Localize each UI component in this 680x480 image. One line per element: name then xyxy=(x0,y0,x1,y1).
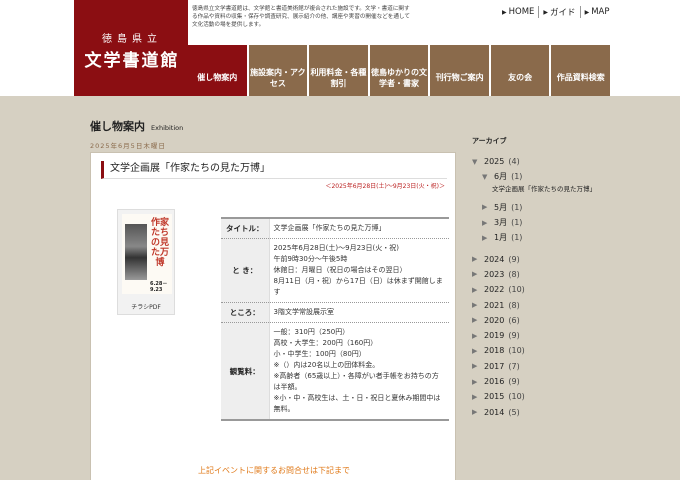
info-label-where: ところ： xyxy=(221,302,270,323)
flyer-pdf-link[interactable]: 作家たちの見た万博 6.28－9.23 チラシPDF xyxy=(117,209,175,315)
table-row: 観覧料： 一般：310円（250円） 高校・大学生：200円（160円） 小・中… xyxy=(221,322,449,421)
nav-writers[interactable]: 徳島ゆかりの文学者・書家 xyxy=(369,45,429,96)
contact-note: 上記イベントに関するお問合せは下記まで xyxy=(198,466,350,475)
archive-year-2015[interactable]: ▶ 2015 (10) xyxy=(472,389,602,404)
triangle-right-icon: ▶ xyxy=(482,218,488,227)
archive-month-3[interactable]: ▶ 3月 (1) xyxy=(472,215,602,230)
nav-publications[interactable]: 刊行物ご案内 xyxy=(430,45,489,96)
triangle-right-icon: ▶ xyxy=(472,346,478,355)
archive-month-5[interactable]: ▶ 5月 (1) xyxy=(472,200,602,215)
info-label-title: タイトル： xyxy=(221,218,270,239)
triangle-down-icon: ▼ xyxy=(482,172,488,181)
archive-month-1[interactable]: ▶ 1月 (1) xyxy=(472,230,602,245)
event-title: 文学企画展「作家たちの見た万博」 xyxy=(101,161,447,179)
info-value-title: 文学企画展「作家たちの見た万博」 xyxy=(269,218,449,239)
logo-seal-text: 徳島県立 xyxy=(102,34,162,45)
archive-year-2019[interactable]: ▶ 2019 (9) xyxy=(472,328,602,343)
info-value-when: 2025年6月28日(土)～9月23日(火・祝) 午前9時30分～午後5時 休館… xyxy=(269,238,449,303)
site-intro: 徳島県立文学書道館は、文学館と書道美術館が複合された施設です。文学・書道に関する… xyxy=(192,6,410,28)
nav-search[interactable]: 作品資料検索 xyxy=(551,45,611,96)
triangle-right-icon: ▶ xyxy=(472,255,478,264)
archive-year-2016[interactable]: ▶ 2016 (9) xyxy=(472,374,602,389)
map-link[interactable]: ▶ MAP xyxy=(579,6,614,18)
triangle-right-icon: ▶ xyxy=(472,285,478,294)
nav-friends[interactable]: 友の会 xyxy=(490,45,550,96)
nav-fees[interactable]: 利用料金・各種割引 xyxy=(309,45,368,96)
page-subtitle: Exhibition xyxy=(151,124,184,132)
triangle-right-icon: ▶ xyxy=(472,362,478,371)
archive-sidebar: アーカイブ ▼ 2025 (4) ▼ 6月 (1) 文学企画展「作家たちの見た万博」 ▶… xyxy=(472,136,602,420)
event-info-table: タイトル： 文学企画展「作家たちの見た万博」 と き： 2025年6月28日(土… xyxy=(221,217,449,421)
event-panel: 文学企画展「作家たちの見た万博」 ＜2025年6月28日(土)～9月23日(火・… xyxy=(90,152,456,480)
event-period: ＜2025年6月28日(土)～9月23日(火・祝)＞ xyxy=(325,183,445,190)
triangle-right-icon: ▶ xyxy=(472,270,478,279)
triangle-down-icon: ▼ xyxy=(472,157,478,166)
logo-brand-text: 文学書道館 xyxy=(84,51,180,71)
archive-year-2021[interactable]: ▶ 2021 (8) xyxy=(472,297,602,312)
archive-year-2023[interactable]: ▶ 2023 (8) xyxy=(472,267,602,282)
flyer-photo-collage xyxy=(125,224,147,280)
archive-year-2018[interactable]: ▶ 2018 (10) xyxy=(472,343,602,358)
info-label-fee: 観覧料： xyxy=(221,322,270,421)
archive-event-link[interactable]: 文学企画展「作家たちの見た万博」 xyxy=(472,185,602,194)
page-date: 2025年6月5日木曜日 xyxy=(90,142,166,150)
nav-events[interactable]: 催し物案内 xyxy=(188,45,247,96)
archive-year-2014[interactable]: ▶ 2014 (5) xyxy=(472,404,602,419)
table-row: タイトル： 文学企画展「作家たちの見た万博」 xyxy=(221,218,449,239)
info-label-when: と き： xyxy=(221,238,270,303)
archive-year-2020[interactable]: ▶ 2020 (6) xyxy=(472,313,602,328)
triangle-right-icon: ▶ xyxy=(472,392,478,401)
archive-year-2017[interactable]: ▶ 2017 (7) xyxy=(472,359,602,374)
info-value-where: 3階文学常設展示室 xyxy=(269,302,449,323)
flyer-thumbnail: 作家たちの見た万博 6.28－9.23 xyxy=(122,214,172,294)
triangle-right-icon: ▶ xyxy=(472,377,478,386)
arrow-right-icon: ▶ xyxy=(502,8,507,16)
archive-year-2025[interactable]: ▼ 2025 (4) xyxy=(472,154,602,169)
arrow-right-icon: ▶ xyxy=(584,8,590,16)
utility-nav: ▶ HOME ▶ ガイド ▶ MAP xyxy=(498,6,613,18)
arrow-right-icon: ▶ xyxy=(543,8,549,16)
triangle-right-icon: ▶ xyxy=(482,233,488,242)
nav-facility[interactable]: 施設案内・アクセス xyxy=(248,45,308,96)
archive-title: アーカイブ xyxy=(472,137,507,145)
site-logo[interactable]: 徳島県立 文学書道館 xyxy=(74,0,188,96)
triangle-right-icon: ▶ xyxy=(472,316,478,325)
triangle-right-icon: ▶ xyxy=(482,203,488,212)
page-title: 催し物案内 Exhibition xyxy=(90,120,184,133)
guide-link[interactable]: ▶ ガイド xyxy=(538,6,579,18)
info-value-fee: 一般：310円（250円） 高校・大学生：200円（160円） 小・中学生：10… xyxy=(269,322,449,421)
table-row: と き： 2025年6月28日(土)～9月23日(火・祝) 午前9時30分～午後… xyxy=(221,238,449,303)
flyer-title: 作家たちの見た万博 xyxy=(150,218,169,268)
archive-year-2022[interactable]: ▶ 2022 (10) xyxy=(472,282,602,297)
archive-year-2024[interactable]: ▶ 2024 (9) xyxy=(472,251,602,266)
table-row: ところ： 3階文学常設展示室 xyxy=(221,302,449,323)
main-nav: 催し物案内 施設案内・アクセス 利用料金・各種割引 徳島ゆかりの文学者・書家 刊… xyxy=(188,45,611,96)
triangle-right-icon: ▶ xyxy=(472,331,478,340)
home-link[interactable]: ▶ HOME xyxy=(498,6,538,18)
archive-month-6[interactable]: ▼ 6月 (1) xyxy=(472,169,602,184)
triangle-right-icon: ▶ xyxy=(472,301,478,310)
triangle-right-icon: ▶ xyxy=(472,408,478,417)
flyer-caption: チラシPDF xyxy=(131,304,161,311)
flyer-date: 6.28－9.23 xyxy=(150,281,168,293)
